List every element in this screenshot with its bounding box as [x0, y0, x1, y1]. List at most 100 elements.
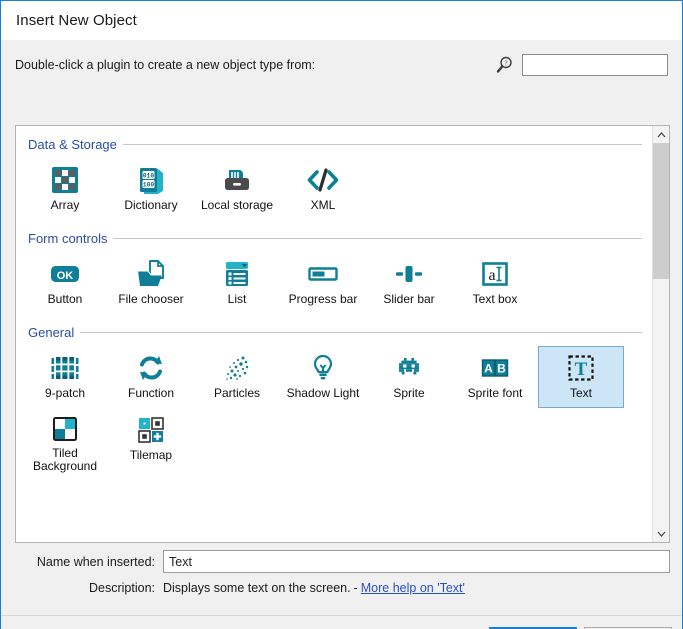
plugin-group-header: Data & Storage [20, 134, 648, 154]
svg-text:B: B [497, 362, 506, 376]
text-t-icon: T [564, 351, 598, 385]
plugin-group: Form controls OK Button File chooser Lis… [20, 228, 648, 314]
description-row: Description: Displays some text on the s… [15, 581, 670, 595]
dictionary-book-icon: 010 100 [134, 163, 168, 197]
page-title: Insert New Object [16, 12, 137, 29]
plugin-item[interactable]: Array [22, 158, 108, 220]
sprite-font-ab-icon: A B [478, 351, 512, 385]
tiled-bg-icon [48, 413, 82, 445]
plugin-item-label: XML [310, 198, 336, 212]
plugin-group-title: General [28, 324, 75, 340]
scroll-up-button[interactable] [653, 126, 669, 143]
plugin-item-label: Local storage [200, 198, 274, 212]
plugin-item-label: Particles [213, 386, 260, 400]
plugin-item[interactable]: Particles [194, 346, 280, 408]
plugin-item-label: Sprite [393, 386, 425, 400]
svg-text:T: T [575, 359, 588, 380]
dialog-body: Double-click a plugin to create a new ob… [1, 40, 682, 629]
search-input[interactable] [522, 54, 668, 76]
plugin-group: Data & Storage Array 010 100 Dictionary … [20, 134, 648, 220]
scrollbar-thumb[interactable] [653, 143, 669, 279]
plugin-item-label: 9-patch [44, 386, 86, 400]
plugin-items-row: OK Button File chooser List Progress bar… [20, 248, 648, 314]
plugin-list-panel: Data & Storage Array 010 100 Dictionary … [15, 125, 670, 543]
text-box-icon: a [478, 257, 512, 291]
tilemap-icon [134, 413, 168, 447]
group-divider [122, 143, 642, 145]
function-loop-icon [134, 351, 168, 385]
description-text: Displays some text on the screen. [163, 581, 351, 595]
plugin-item-label: Button [47, 292, 83, 306]
group-divider [113, 237, 642, 239]
slider-bar-icon [392, 257, 426, 291]
prompt-row: Double-click a plugin to create a new ob… [1, 40, 682, 87]
plugin-item-label: Function [127, 386, 175, 400]
plugin-group-title: Form controls [28, 230, 108, 246]
plugin-items-row: Array 010 100 Dictionary Local storage X… [20, 154, 648, 220]
particles-icon [220, 351, 254, 385]
plugin-item-label: Array [50, 198, 80, 212]
list-dropdown-icon [220, 257, 254, 291]
plugin-items-row: 9-patch Function Particles Shadow Light [20, 342, 648, 473]
plugin-item[interactable]: File chooser [108, 252, 194, 314]
plugin-item[interactable]: Local storage [194, 158, 280, 220]
plugin-item-label: Slider bar [383, 292, 435, 306]
plugin-item[interactable]: A B Sprite font [452, 346, 538, 408]
plugin-item[interactable]: 010 100 Dictionary [108, 158, 194, 220]
plugin-item-label: List [227, 292, 247, 306]
scrollbar-track[interactable] [653, 143, 669, 525]
plugin-item-label: Progress bar [288, 292, 358, 306]
name-when-inserted-row: Name when inserted: [15, 550, 670, 573]
plugin-item[interactable]: Slider bar [366, 252, 452, 314]
svg-text:OK: OK [57, 270, 74, 282]
svg-text:a: a [488, 267, 495, 284]
plugin-item-label: Dictionary [124, 198, 178, 212]
padlock-icon [220, 163, 254, 197]
open-folder-icon [134, 257, 168, 291]
plugin-list-scrollbar[interactable] [652, 126, 669, 542]
code-brackets-icon [306, 163, 340, 197]
plugin-scroll-area[interactable]: Data & Storage Array 010 100 Dictionary … [16, 126, 652, 542]
sprite-alien-icon [392, 351, 426, 385]
plugin-group-header: Form controls [20, 228, 648, 248]
magnifier-question-icon: ? [495, 55, 515, 75]
plugin-item-label: Text box [472, 292, 518, 306]
svg-text:A: A [484, 362, 493, 376]
prompt-label: Double-click a plugin to create a new ob… [15, 58, 316, 72]
lightbulb-icon [306, 351, 340, 385]
plugin-item[interactable]: T Text [538, 346, 624, 408]
description-label: Description: [89, 581, 155, 595]
plugin-item-label: Shadow Light [286, 386, 360, 400]
plugin-item[interactable]: Function [108, 346, 194, 408]
plugin-item[interactable]: XML [280, 158, 366, 220]
plugin-item[interactable]: Sprite [366, 346, 452, 408]
progress-bar-icon [306, 257, 340, 291]
name-when-inserted-label: Name when inserted: [36, 554, 155, 569]
plugin-item[interactable]: Tilemap [108, 408, 194, 470]
array-grid-icon [48, 163, 82, 197]
svg-text:?: ? [504, 59, 507, 67]
svg-text:100: 100 [143, 181, 154, 188]
dialog-titlebar: Insert New Object [1, 1, 682, 40]
name-when-inserted-input[interactable] [163, 550, 670, 573]
description-separator: - [353, 581, 358, 595]
plugin-item[interactable]: a Text box [452, 252, 538, 314]
plugin-item-label: Text [569, 386, 592, 400]
plugin-item[interactable]: OK Button [22, 252, 108, 314]
scroll-down-button[interactable] [653, 525, 669, 542]
plugin-item[interactable]: Tiled Background [22, 408, 108, 473]
plugin-item[interactable]: 9-patch [22, 346, 108, 408]
plugin-item[interactable]: List [194, 252, 280, 314]
plugin-item-label: Sprite font [467, 386, 523, 400]
nine-patch-icon [48, 351, 82, 385]
group-divider [80, 331, 642, 333]
more-help-link[interactable]: More help on 'Text' [361, 581, 465, 595]
plugin-item[interactable]: Shadow Light [280, 346, 366, 408]
plugin-group-title: Data & Storage [28, 136, 117, 152]
plugin-group-header: General [20, 322, 648, 342]
plugin-item-label: File chooser [118, 292, 184, 306]
search-area: ? [495, 54, 668, 76]
dialog-footer: Help Insert Cancel [1, 615, 682, 629]
plugin-item-label: Tiled Background [32, 446, 98, 473]
plugin-item[interactable]: Progress bar [280, 252, 366, 314]
